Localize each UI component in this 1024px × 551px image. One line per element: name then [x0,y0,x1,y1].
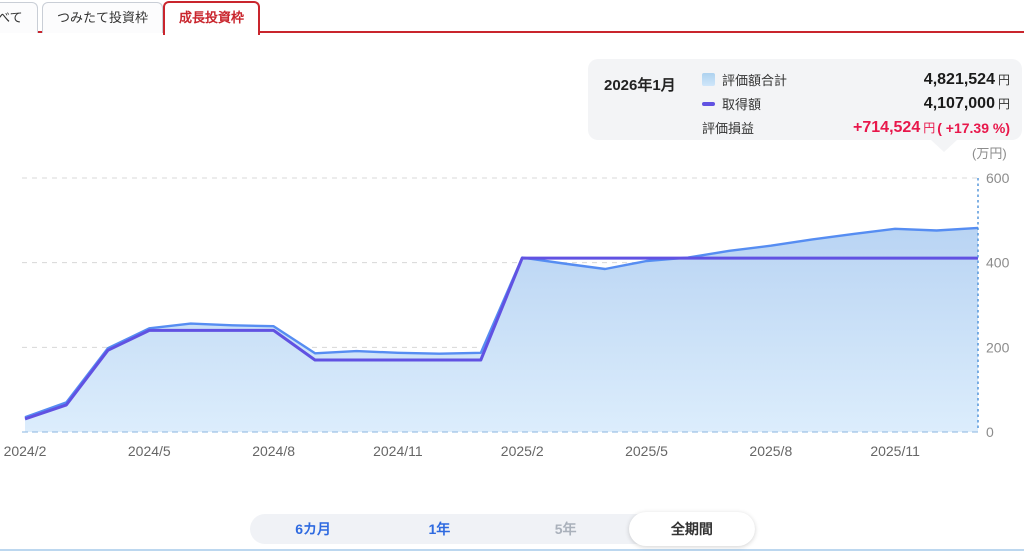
cost-swatch-icon [702,102,715,106]
profit-value: +714,524 [853,119,920,137]
tooltip-rows: 評価額合計 4,821,524 円 取得額 4,107,000 円 評価損益 +… [702,69,1010,141]
period-6months[interactable]: 6カ月 [250,514,376,544]
cost-label: 取得額 [722,94,761,113]
cost-value: 4,107,000 [924,95,995,113]
period-all[interactable]: 全期間 [629,514,755,544]
x-axis-label: 2024/2 [4,443,47,459]
profit-percent: ( +17.39 %) [937,120,1010,136]
x-axis-label: 2025/8 [749,443,792,459]
y-axis-label: 400 [986,255,1010,271]
valuation-swatch-icon [702,73,715,86]
y-axis-label: 200 [986,339,1010,355]
x-axis-label: 2024/5 [128,443,171,459]
profit-label: 評価損益 [702,118,754,137]
tooltip-row-profit: 評価損益 +714,524 円 ( +17.39 %) [702,117,1010,138]
period-1year[interactable]: 1年 [376,514,502,544]
x-axis-label: 2025/11 [870,443,920,459]
x-axis-label: 2025/5 [625,443,668,459]
period-selector: 6カ月 1年 5年 全期間 [250,514,755,544]
cost-unit: 円 [998,95,1010,112]
y-axis-label: 0 [986,424,994,440]
y-axis-label: 600 [986,170,1010,186]
valuation-value: 4,821,524 [924,71,995,89]
tooltip-date: 2026年1月 [604,74,676,95]
x-axis-label: 2024/11 [373,443,423,459]
period-5years[interactable]: 5年 [503,514,629,544]
tooltip-row-valuation: 評価額合計 4,821,524 円 [702,69,1010,90]
y-axis-unit-label: (万円) [972,146,1007,161]
x-axis-label: 2025/2 [501,443,544,459]
valuation-label: 評価額合計 [722,70,787,89]
chart-tooltip: 2026年1月 評価額合計 4,821,524 円 取得額 4,107,000 … [588,59,1022,140]
page: すべて つみたて投資枠 成長投資枠 (万円)02004006002024/220… [0,0,1024,551]
tab-growth-frame[interactable]: 成長投資枠 [163,1,260,35]
valuation-unit: 円 [998,71,1010,88]
x-axis-label: 2024/8 [252,443,295,459]
tooltip-row-cost: 取得額 4,107,000 円 [702,93,1010,114]
profit-unit: 円 [923,119,935,136]
